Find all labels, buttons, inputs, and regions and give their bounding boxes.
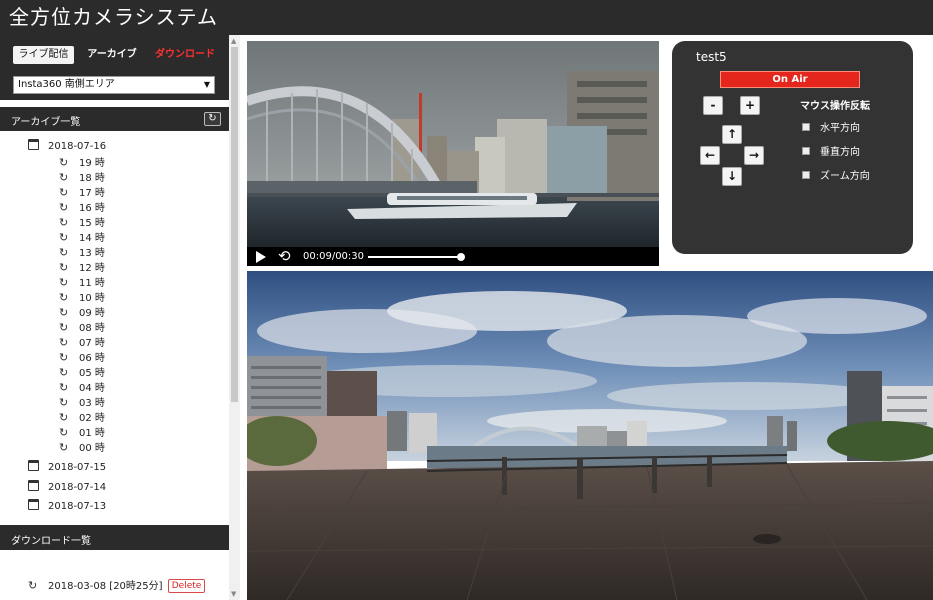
replay-icon: ↻ — [59, 216, 69, 229]
camera-control-panel: test5 On Air - + ↑ ← → ↓ マウス操作反転 水平方向 垂直… — [672, 41, 913, 254]
checkbox[interactable] — [802, 123, 810, 131]
panorama-image — [247, 271, 933, 600]
replay-icon: ↻ — [59, 336, 69, 349]
replay-icon: ↻ — [59, 231, 69, 244]
replay-icon: ↻ — [59, 306, 69, 319]
replay-icon: ↻ — [59, 261, 69, 274]
on-air-button[interactable]: On Air — [720, 71, 860, 88]
archive-hour[interactable]: ↻ 16 時 — [59, 200, 105, 215]
download-item[interactable]: ↻ 2018-03-08 [20時25分] Delete — [12, 577, 218, 594]
calendar-icon — [28, 499, 39, 510]
video-frame[interactable] — [247, 41, 659, 247]
sidebar: ライブ配信 アーカイブ ダウンロード Insta360 南側エリア ▼ アーカイ… — [0, 35, 240, 600]
seek-bar-handle[interactable] — [457, 253, 465, 261]
play-icon[interactable] — [256, 251, 266, 263]
app-title: 全方位カメラシステム — [9, 5, 218, 29]
pan-left-button[interactable]: ← — [700, 146, 720, 165]
pan-up-button[interactable]: ↑ — [722, 125, 742, 144]
checkbox[interactable] — [802, 171, 810, 179]
invert-zoom[interactable]: ズーム方向 — [802, 170, 870, 184]
replay-icon: ↻ — [59, 291, 69, 304]
panorama-view[interactable] — [247, 271, 933, 600]
archive-hour[interactable]: ↻ 14 時 — [59, 230, 105, 245]
replay-icon: ↻ — [28, 579, 38, 592]
replay-icon: ↻ — [59, 321, 69, 334]
video-player: ⟲ 00:09/00:30 — [247, 41, 659, 266]
tab-archive[interactable]: アーカイブ — [82, 46, 142, 64]
replay-icon: ↻ — [59, 396, 69, 409]
archive-section-header: アーカイブ一覧 ↻ — [0, 107, 229, 131]
replay-icon: ↻ — [59, 426, 69, 439]
archive-hour[interactable]: ↻ 18 時 — [59, 170, 105, 185]
video-frame-image — [247, 41, 659, 247]
archive-hour[interactable]: ↻ 07 時 — [59, 335, 105, 350]
calendar-icon — [28, 480, 39, 491]
archive-hour[interactable]: ↻ 02 時 — [59, 410, 105, 425]
archive-hour[interactable]: ↻ 10 時 — [59, 290, 105, 305]
archive-list: 2018-07-16 ↻ 19 時 ↻ 18 時 ↻ 17 時 ↻ 16 時 ↻ 15 時… — [10, 133, 216, 519]
loop-icon[interactable]: ⟲ — [278, 247, 291, 266]
mouse-invert-title: マウス操作反転 — [800, 101, 870, 112]
download-section-header: ダウンロード一覧 — [0, 525, 229, 550]
pan-right-button[interactable]: → — [744, 146, 764, 165]
checkbox[interactable] — [802, 147, 810, 155]
archive-hour[interactable]: ↻ 17 時 — [59, 185, 105, 200]
replay-icon: ↻ — [59, 381, 69, 394]
archive-hour[interactable]: ↻ 00 時 — [59, 440, 105, 455]
replay-icon: ↻ — [59, 441, 69, 454]
archive-hour[interactable]: ↻ 01 時 — [59, 425, 105, 440]
archive-hour[interactable]: ↻ 04 時 — [59, 380, 105, 395]
calendar-icon — [28, 139, 39, 150]
sidebar-scrollbar[interactable]: ▲ ▼ — [229, 35, 240, 600]
archive-hour[interactable]: ↻ 11 時 — [59, 275, 105, 290]
playback-time: 00:09/00:30 — [303, 251, 365, 262]
replay-icon: ↻ — [59, 201, 69, 214]
archive-heading: アーカイブ一覧 — [11, 117, 81, 128]
app-header: 全方位カメラシステム — [0, 0, 933, 35]
mode-panel: ライブ配信 アーカイブ ダウンロード Insta360 南側エリア ▼ — [0, 35, 229, 100]
tab-live[interactable]: ライブ配信 — [13, 46, 74, 64]
archive-date[interactable]: 2018-07-13 — [28, 499, 106, 515]
archive-hour[interactable]: ↻ 06 時 — [59, 350, 105, 365]
refresh-icon[interactable]: ↻ — [204, 112, 221, 126]
pan-down-button[interactable]: ↓ — [722, 167, 742, 186]
scrollbar-thumb[interactable] — [231, 47, 238, 402]
replay-icon: ↻ — [59, 351, 69, 364]
replay-icon: ↻ — [59, 366, 69, 379]
archive-hour[interactable]: ↻ 19 時 — [59, 155, 105, 170]
archive-hour[interactable]: ↻ 15 時 — [59, 215, 105, 230]
archive-hour[interactable]: ↻ 05 時 — [59, 365, 105, 380]
replay-icon: ↻ — [59, 156, 69, 169]
delete-button[interactable]: Delete — [167, 579, 206, 593]
tab-download[interactable]: ダウンロード — [150, 46, 220, 64]
camera-select-value: Insta360 南側エリア — [18, 79, 115, 90]
scroll-down-icon[interactable]: ▼ — [231, 590, 236, 598]
player-controls: ⟲ 00:09/00:30 — [247, 247, 659, 266]
zoom-out-button[interactable]: - — [703, 96, 723, 115]
seek-bar-fill — [368, 256, 461, 258]
archive-date[interactable]: 2018-07-16 — [28, 139, 106, 155]
invert-horizontal[interactable]: 水平方向 — [802, 122, 860, 136]
archive-hour[interactable]: ↻ 13 時 — [59, 245, 105, 260]
zoom-in-button[interactable]: + — [740, 96, 760, 115]
replay-icon: ↻ — [59, 411, 69, 424]
replay-icon: ↻ — [59, 246, 69, 259]
calendar-icon — [28, 460, 39, 471]
archive-date[interactable]: 2018-07-14 — [28, 480, 106, 496]
archive-hour[interactable]: ↻ 08 時 — [59, 320, 105, 335]
archive-hour[interactable]: ↻ 12 時 — [59, 260, 105, 275]
scroll-up-icon[interactable]: ▲ — [231, 37, 236, 45]
archive-hour[interactable]: ↻ 03 時 — [59, 395, 105, 410]
invert-vertical[interactable]: 垂直方向 — [802, 146, 860, 160]
seek-bar[interactable] — [368, 253, 465, 261]
camera-select[interactable]: Insta360 南側エリア ▼ — [13, 76, 215, 94]
replay-icon: ↻ — [59, 171, 69, 184]
archive-date[interactable]: 2018-07-15 — [28, 460, 106, 476]
replay-icon: ↻ — [59, 276, 69, 289]
camera-name: test5 — [696, 50, 727, 64]
download-heading: ダウンロード一覧 — [11, 536, 91, 547]
replay-icon: ↻ — [59, 186, 69, 199]
archive-hour[interactable]: ↻ 09 時 — [59, 305, 105, 320]
chevron-down-icon: ▼ — [203, 80, 210, 89]
